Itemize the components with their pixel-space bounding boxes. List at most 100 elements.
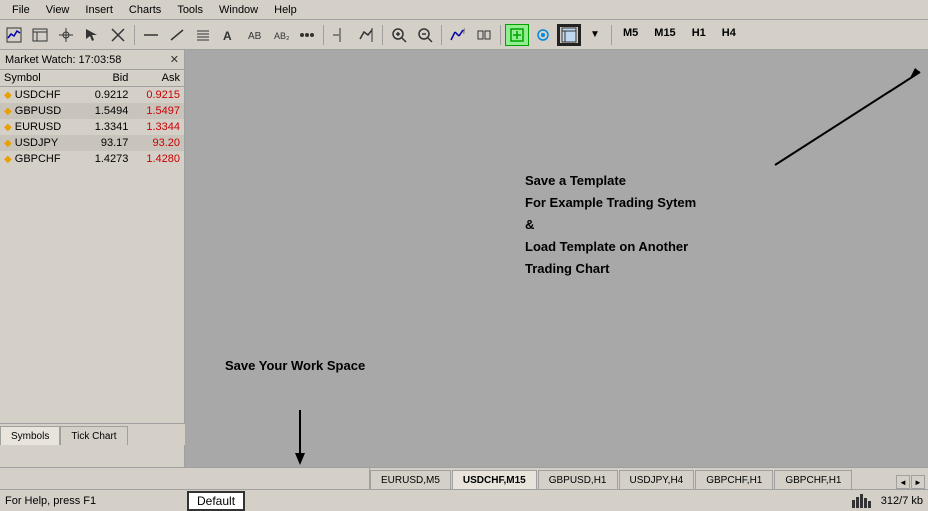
sep6: [611, 25, 612, 45]
tab-spacer: [185, 468, 370, 489]
market-watch-title: Market Watch: 17:03:58: [5, 54, 121, 66]
chart-tab-4[interactable]: GBPCHF,H1: [695, 470, 773, 489]
market-watch-row: ◆ GBPUSD 1.5494 1.5497: [0, 103, 184, 119]
dropdown-btn[interactable]: ▼: [583, 24, 607, 46]
h4-btn[interactable]: H4: [715, 24, 743, 46]
new-chart-btn[interactable]: [2, 24, 26, 46]
text-btn[interactable]: A: [217, 24, 241, 46]
menu-charts[interactable]: Charts: [121, 2, 169, 18]
arrow-cursor-btn[interactable]: [80, 24, 104, 46]
bid-cell-4: 1.4273: [81, 151, 133, 167]
x2-btn[interactable]: AB₂: [269, 24, 293, 46]
symbol-cell-1[interactable]: ◆ GBPUSD: [0, 103, 81, 119]
market-watch: Market Watch: 17:03:58 ✕ Symbol Bid Ask …: [0, 50, 184, 467]
ask-cell-2: 1.3344: [132, 119, 184, 135]
market-watch-row: ◆ USDJPY 93.17 93.20: [0, 135, 184, 151]
menu-insert[interactable]: Insert: [77, 2, 121, 18]
chart-shift-btn[interactable]: [354, 24, 378, 46]
label-btn[interactable]: AB: [243, 24, 267, 46]
svg-text:A: A: [223, 29, 232, 43]
ask-cell-3: 93.20: [132, 135, 184, 151]
toolbar: A AB AB₂ f ▼ M5 M15 H1 H4: [0, 20, 928, 50]
trendline-btn[interactable]: [165, 24, 189, 46]
chart-settings-btn[interactable]: [531, 24, 555, 46]
col-ask: Ask: [132, 70, 184, 87]
m5-btn[interactable]: M5: [616, 24, 645, 46]
svg-text:AB₂: AB₂: [274, 31, 289, 41]
tab-scroll-right-btn[interactable]: ►: [911, 475, 925, 489]
tab-scroll-left-btn[interactable]: ◄: [896, 475, 910, 489]
col-symbol: Symbol: [0, 70, 81, 87]
profiles-btn[interactable]: [28, 24, 52, 46]
sep2: [323, 25, 324, 45]
menu-tools[interactable]: Tools: [169, 2, 211, 18]
sep3: [382, 25, 383, 45]
market-watch-row: ◆ USDCHF 0.9212 0.9215: [0, 87, 184, 104]
zoom-in-btn[interactable]: [387, 24, 411, 46]
zoom-out-btn[interactable]: [413, 24, 437, 46]
zoom-btn[interactable]: [106, 24, 130, 46]
chart-tabs-container: EURUSD,M5USDCHF,M15GBPUSD,H1USDJPY,H4GBP…: [370, 470, 893, 489]
chart-tab-2[interactable]: GBPUSD,H1: [538, 470, 618, 489]
market-watch-close-btn[interactable]: ✕: [170, 53, 179, 66]
tab-scroll-controls: ◄ ►: [893, 475, 928, 489]
chart-area: Save a TemplateFor Example Trading Sytem…: [185, 50, 928, 467]
menu-bar: File View Insert Charts Tools Window Hel…: [0, 0, 928, 20]
template-annotation: Save a TemplateFor Example Trading Sytem…: [525, 170, 696, 280]
period-sep2-btn[interactable]: [472, 24, 496, 46]
template-btn[interactable]: [557, 24, 581, 46]
svg-text:f: f: [463, 29, 465, 36]
sep5: [500, 25, 501, 45]
chart-tab-5[interactable]: GBPCHF,H1: [774, 470, 852, 489]
bid-cell-2: 1.3341: [81, 119, 133, 135]
bid-cell-3: 93.17: [81, 135, 133, 151]
chart-tab-3[interactable]: USDJPY,H4: [619, 470, 695, 489]
symbol-cell-4[interactable]: ◆ GBPCHF: [0, 151, 81, 167]
market-watch-row: ◆ EURUSD 1.3341 1.3344: [0, 119, 184, 135]
market-watch-table: Symbol Bid Ask ◆ USDCHF 0.9212 0.9215 ◆ …: [0, 70, 184, 167]
ask-cell-1: 1.5497: [132, 103, 184, 119]
crosshair-btn[interactable]: [54, 24, 78, 46]
add-overlay-btn[interactable]: [505, 24, 529, 46]
chart-tab-0[interactable]: EURUSD,M5: [370, 470, 451, 489]
m15-btn[interactable]: M15: [647, 24, 682, 46]
menu-file[interactable]: File: [4, 2, 38, 18]
fibo-btn[interactable]: [191, 24, 215, 46]
memory-usage: 312/7 kb: [881, 495, 923, 507]
left-panel: Market Watch: 17:03:58 ✕ Symbol Bid Ask …: [0, 50, 185, 467]
symbol-cell-2[interactable]: ◆ EURUSD: [0, 119, 81, 135]
tools-more-btn[interactable]: [295, 24, 319, 46]
indicators-btn[interactable]: f: [446, 24, 470, 46]
status-help-text: For Help, press F1: [5, 495, 852, 507]
sep4: [441, 25, 442, 45]
h1-btn[interactable]: H1: [685, 24, 713, 46]
workspace-label: Default: [187, 491, 245, 511]
cpu-indicator: [852, 494, 871, 508]
symbol-cell-0[interactable]: ◆ USDCHF: [0, 87, 81, 104]
market-watch-header: Market Watch: 17:03:58 ✕: [0, 50, 184, 70]
period-sep-btn[interactable]: [328, 24, 352, 46]
bid-cell-1: 1.5494: [81, 103, 133, 119]
market-watch-row: ◆ GBPCHF 1.4273 1.4280: [0, 151, 184, 167]
ask-cell-0: 0.9215: [132, 87, 184, 104]
chart-tab-1[interactable]: USDCHF,M15: [452, 470, 537, 489]
status-right: 312/7 kb: [852, 494, 923, 508]
main-layout: Market Watch: 17:03:58 ✕ Symbol Bid Ask …: [0, 50, 928, 467]
menu-window[interactable]: Window: [211, 2, 266, 18]
left-tabs-bar: Symbols Tick Chart: [0, 423, 185, 445]
symbol-cell-3[interactable]: ◆ USDJPY: [0, 135, 81, 151]
tab-symbols[interactable]: Symbols: [0, 426, 60, 445]
bid-cell-0: 0.9212: [81, 87, 133, 104]
status-bar: For Help, press F1 Default 312/7 kb: [0, 489, 928, 511]
col-bid: Bid: [81, 70, 133, 87]
workspace-annotation: Save Your Work Space: [225, 356, 365, 377]
svg-text:AB: AB: [248, 31, 262, 42]
menu-help[interactable]: Help: [266, 2, 305, 18]
tab-tick-chart[interactable]: Tick Chart: [60, 426, 127, 445]
tabs-bar: EURUSD,M5USDCHF,M15GBPUSD,H1USDJPY,H4GBP…: [0, 467, 928, 489]
menu-view[interactable]: View: [38, 2, 78, 18]
sep1: [134, 25, 135, 45]
ask-cell-4: 1.4280: [132, 151, 184, 167]
market-watch-body: ◆ USDCHF 0.9212 0.9215 ◆ GBPUSD 1.5494 1…: [0, 87, 184, 168]
hline-btn[interactable]: [139, 24, 163, 46]
